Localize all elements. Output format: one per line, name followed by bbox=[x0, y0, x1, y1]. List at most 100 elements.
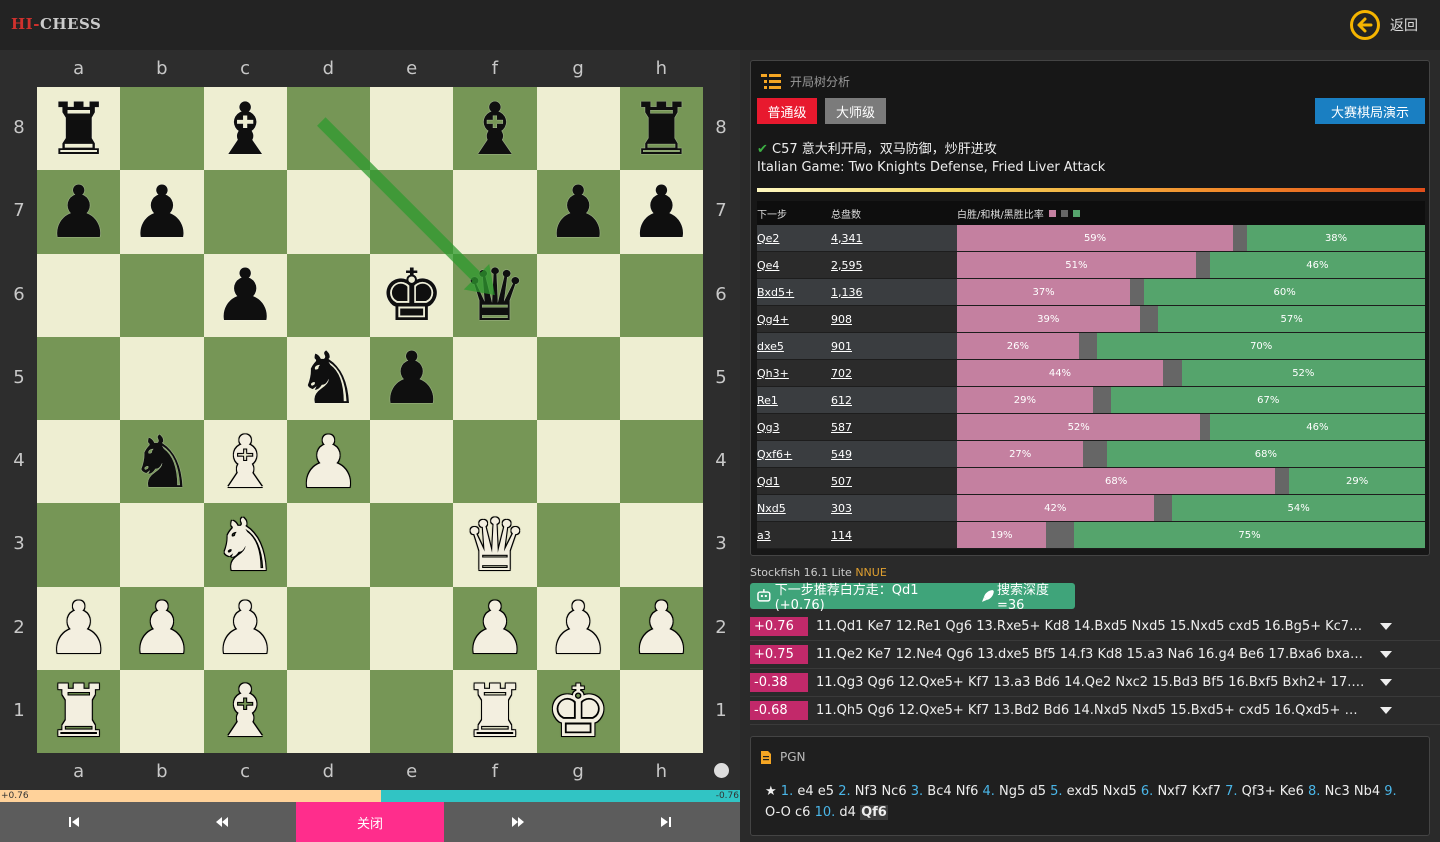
total-games-link[interactable]: 587 bbox=[831, 421, 957, 434]
black-queen-piece[interactable]: ♛ bbox=[463, 259, 528, 331]
chess-board[interactable]: ♜ ♝ ♝ ♜ ♟ ♟ ♟ ♟ ♟ ♚ ♛ ♞ ♟ ♞ ♝ ♟ ♞ ♛ ♟ ♟ ♟ ♟ ♟ ♟ ♜ ♝ ♜ ♚ bbox=[37, 87, 703, 753]
square-g3[interactable] bbox=[536, 503, 620, 587]
square-d7[interactable] bbox=[286, 170, 370, 254]
square-e1[interactable] bbox=[370, 669, 454, 753]
square-c6[interactable]: ♟ bbox=[203, 253, 287, 337]
white-bishop-piece[interactable]: ♝ bbox=[213, 426, 278, 498]
black-pawn-piece[interactable]: ♟ bbox=[629, 176, 694, 248]
black-pawn-piece[interactable]: ♟ bbox=[46, 176, 111, 248]
white-knight-piece[interactable]: ♞ bbox=[213, 509, 278, 581]
pgn-move-black[interactable]: c6 bbox=[795, 805, 810, 820]
black-pawn-piece[interactable]: ♟ bbox=[130, 176, 195, 248]
square-d6[interactable] bbox=[286, 253, 370, 337]
square-e4[interactable] bbox=[370, 420, 454, 504]
expand-arrow-icon[interactable] bbox=[1380, 707, 1392, 714]
square-h3[interactable] bbox=[619, 503, 703, 587]
total-games-link[interactable]: 303 bbox=[831, 502, 957, 515]
square-c4[interactable]: ♝ bbox=[203, 420, 287, 504]
black-pawn-piece[interactable]: ♟ bbox=[213, 259, 278, 331]
total-games-link[interactable]: 2,595 bbox=[831, 259, 957, 272]
square-c8[interactable]: ♝ bbox=[203, 87, 287, 171]
move-link[interactable]: Re1 bbox=[757, 394, 831, 407]
white-pawn-piece[interactable]: ♟ bbox=[46, 592, 111, 664]
black-pawn-piece[interactable]: ♟ bbox=[379, 342, 444, 414]
square-e7[interactable] bbox=[370, 170, 454, 254]
pgn-move-white[interactable]: Qf3+ bbox=[1242, 784, 1276, 799]
table-row[interactable]: Re1 612 29% 67% bbox=[757, 387, 1425, 414]
square-f6[interactable]: ♛ bbox=[453, 253, 537, 337]
expand-arrow-icon[interactable] bbox=[1380, 623, 1392, 630]
pgn-move-white[interactable]: Ng5 bbox=[999, 784, 1025, 799]
square-f8[interactable]: ♝ bbox=[453, 87, 537, 171]
square-h1[interactable] bbox=[619, 669, 703, 753]
move-link[interactable]: Qe2 bbox=[757, 232, 831, 245]
square-e3[interactable] bbox=[370, 503, 454, 587]
square-d4[interactable]: ♟ bbox=[286, 420, 370, 504]
table-row[interactable]: dxe5 901 26% 70% bbox=[757, 333, 1425, 360]
move-link[interactable]: Qg4+ bbox=[757, 313, 831, 326]
black-bishop-piece[interactable]: ♝ bbox=[463, 93, 528, 165]
black-rook-piece[interactable]: ♜ bbox=[629, 93, 694, 165]
white-pawn-piece[interactable]: ♟ bbox=[463, 592, 528, 664]
square-g2[interactable]: ♟ bbox=[536, 586, 620, 670]
white-queen-piece[interactable]: ♛ bbox=[463, 509, 528, 581]
total-games-link[interactable]: 612 bbox=[831, 394, 957, 407]
square-a1[interactable]: ♜ bbox=[37, 669, 121, 753]
square-f7[interactable] bbox=[453, 170, 537, 254]
total-games-link[interactable]: 908 bbox=[831, 313, 957, 326]
white-rook-piece[interactable]: ♜ bbox=[463, 675, 528, 747]
square-b1[interactable] bbox=[120, 669, 204, 753]
table-row[interactable]: Qe2 4,341 59% 38% bbox=[757, 225, 1425, 252]
square-a6[interactable] bbox=[37, 253, 121, 337]
engine-line-moves[interactable]: 11.Qg3 Qg6 12.Qxe5+ Kf7 13.a3 Bd6 14.Qe2… bbox=[816, 675, 1366, 690]
expand-arrow-icon[interactable] bbox=[1380, 679, 1392, 686]
total-games-link[interactable]: 114 bbox=[831, 529, 957, 542]
square-e5[interactable]: ♟ bbox=[370, 336, 454, 420]
square-b8[interactable] bbox=[120, 87, 204, 171]
pgn-move-black[interactable]: d5 bbox=[1029, 784, 1046, 799]
move-link[interactable]: Qh3+ bbox=[757, 367, 831, 380]
square-b2[interactable]: ♟ bbox=[120, 586, 204, 670]
square-b4[interactable]: ♞ bbox=[120, 420, 204, 504]
prev-move-button[interactable] bbox=[148, 802, 296, 842]
square-c7[interactable] bbox=[203, 170, 287, 254]
first-move-button[interactable] bbox=[0, 802, 148, 842]
pgn-move-white[interactable]: d4 bbox=[839, 805, 856, 820]
black-king-piece[interactable]: ♚ bbox=[379, 259, 444, 331]
pgn-move-black[interactable]: Nb4 bbox=[1354, 784, 1380, 799]
square-h2[interactable]: ♟ bbox=[619, 586, 703, 670]
move-link[interactable]: Qg3 bbox=[757, 421, 831, 434]
table-row[interactable]: Qxf6+ 549 27% 68% bbox=[757, 441, 1425, 468]
square-g6[interactable] bbox=[536, 253, 620, 337]
square-f2[interactable]: ♟ bbox=[453, 586, 537, 670]
square-c2[interactable]: ♟ bbox=[203, 586, 287, 670]
black-bishop-piece[interactable]: ♝ bbox=[213, 93, 278, 165]
square-f4[interactable] bbox=[453, 420, 537, 504]
square-g1[interactable]: ♚ bbox=[536, 669, 620, 753]
back-button[interactable]: 返回 bbox=[1350, 9, 1418, 41]
white-king-piece[interactable]: ♚ bbox=[546, 675, 611, 747]
move-link[interactable]: Nxd5 bbox=[757, 502, 831, 515]
square-f1[interactable]: ♜ bbox=[453, 669, 537, 753]
pgn-move-white[interactable]: e4 bbox=[797, 784, 813, 799]
white-pawn-piece[interactable]: ♟ bbox=[213, 592, 278, 664]
pgn-move-white[interactable]: Nf3 bbox=[855, 784, 878, 799]
next-move-button[interactable] bbox=[444, 802, 592, 842]
table-row[interactable]: Bxd5+ 1,136 37% 60% bbox=[757, 279, 1425, 306]
pgn-move-black[interactable]: Kxf7 bbox=[1192, 784, 1221, 799]
square-a7[interactable]: ♟ bbox=[37, 170, 121, 254]
pgn-move-black[interactable]: e5 bbox=[818, 784, 834, 799]
table-row[interactable]: a3 114 19% 75% bbox=[757, 522, 1425, 549]
level-master-button[interactable]: 大师级 bbox=[825, 98, 886, 124]
square-h6[interactable] bbox=[619, 253, 703, 337]
square-h5[interactable] bbox=[619, 336, 703, 420]
table-row[interactable]: Qh3+ 702 44% 52% bbox=[757, 360, 1425, 387]
black-knight-piece[interactable]: ♞ bbox=[296, 342, 361, 414]
square-c3[interactable]: ♞ bbox=[203, 503, 287, 587]
square-d3[interactable] bbox=[286, 503, 370, 587]
square-a5[interactable] bbox=[37, 336, 121, 420]
total-games-link[interactable]: 4,341 bbox=[831, 232, 957, 245]
white-pawn-piece[interactable]: ♟ bbox=[130, 592, 195, 664]
square-g7[interactable]: ♟ bbox=[536, 170, 620, 254]
square-a8[interactable]: ♜ bbox=[37, 87, 121, 171]
